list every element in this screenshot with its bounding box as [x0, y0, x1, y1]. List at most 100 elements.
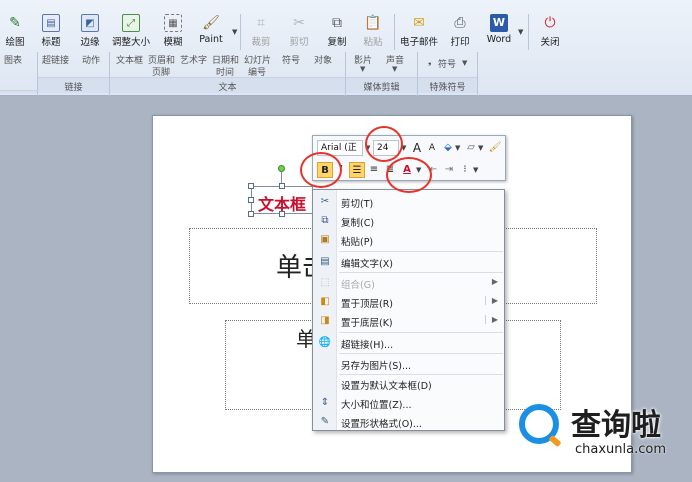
blur-label: 模糊: [163, 37, 183, 48]
crop-button[interactable]: ⌗ 裁剪: [248, 12, 274, 52]
hyperlink-item[interactable]: 超链接: [42, 53, 69, 66]
grow-font-button[interactable]: A: [409, 140, 425, 156]
close-label: 关闭: [540, 37, 560, 48]
chart-item[interactable]: 图表: [4, 53, 22, 66]
align-left-icon[interactable]: ☰: [349, 162, 365, 178]
text-icon: ▤: [320, 256, 330, 267]
action-item[interactable]: 动作: [82, 53, 100, 66]
highlight-icon[interactable]: ⬙: [440, 140, 456, 156]
annotation-circle-font-color: [386, 157, 432, 193]
copy-button[interactable]: ⧉ 复制: [324, 12, 350, 52]
selected-textbox[interactable]: 文本框: [251, 186, 313, 214]
group-label: 链接: [38, 77, 109, 93]
bullets-dropdown-icon[interactable]: ▼: [473, 166, 478, 174]
menu-item-label: 粘贴(P): [341, 237, 374, 248]
edge-label: 边缘: [80, 37, 100, 48]
wordart-item[interactable]: 艺术字: [180, 53, 207, 66]
paste-label: 粘贴: [363, 37, 383, 48]
cut-button[interactable]: ✂ 剪切: [286, 12, 312, 52]
align-center-icon[interactable]: ≡: [366, 162, 382, 178]
submenu-arrow-icon[interactable]: ▶: [484, 296, 498, 305]
menu-item-send-back[interactable]: ◨ 置于底层(K) ▶: [313, 312, 506, 330]
resize-handle[interactable]: [248, 197, 254, 203]
paste-button[interactable]: 📋 粘贴: [360, 12, 386, 52]
resize-handle[interactable]: [248, 211, 254, 217]
menu-item-cut[interactable]: ✂ 剪切(T): [313, 193, 506, 211]
special-symbol-item[interactable]: 符号: [438, 57, 456, 70]
power-icon: ⏻: [544, 15, 556, 31]
copy-label: 复制: [327, 37, 347, 48]
menu-separator: [339, 272, 503, 273]
rotate-handle[interactable]: [278, 165, 285, 172]
textbox-item[interactable]: 文本框: [116, 53, 143, 66]
movie-dropdown-icon[interactable]: ▼: [360, 65, 365, 73]
title-button[interactable]: ▤ 标题: [38, 12, 64, 52]
word-icon: W: [490, 14, 508, 32]
ribbon-group-illustrations: 图表: [0, 52, 38, 96]
group-label: 文本: [110, 77, 345, 93]
menu-item-group[interactable]: ⬚ 组合(G) ▶: [313, 274, 506, 292]
sound-dropdown-icon[interactable]: ▼: [392, 65, 397, 73]
ribbon-groups: 图表 超链接 动作 链接 文本框 页眉和 艺术字 日期和 幻灯片 符号 对象 页…: [0, 52, 692, 96]
shrink-font-button[interactable]: A: [424, 140, 440, 156]
watermark: 查询啦 chaxunla.com: [515, 392, 685, 464]
menu-item-label: 设置为默认文本框(D): [341, 381, 432, 392]
paste-icon: 📋: [364, 15, 382, 31]
resize-handle[interactable]: [279, 211, 285, 217]
close-button[interactable]: ⏻ 关闭: [536, 12, 564, 52]
object-item[interactable]: 对象: [314, 53, 332, 66]
crop-label: 裁剪: [251, 37, 271, 48]
group-icon: ⬚: [320, 277, 330, 288]
format-shape-icon: ✎: [320, 416, 330, 427]
print-label: 打印: [450, 37, 470, 48]
textbox-text[interactable]: 文本框: [258, 191, 314, 215]
menu-item-copy[interactable]: ⧉ 复制(C): [313, 212, 506, 230]
menu-separator: [339, 332, 503, 333]
resize-handle[interactable]: [248, 183, 254, 189]
title-label: 标题: [41, 37, 61, 48]
outline-dropdown-icon[interactable]: ▼: [478, 144, 483, 152]
paint-button[interactable]: 🖌 Paint: [196, 12, 226, 52]
symbol-dropdown-icon[interactable]: ▼: [462, 59, 467, 67]
paint-dropdown-icon[interactable]: ▼: [232, 28, 237, 36]
quick-toolbar: ✎ 绘图 ▤ 标题 ◩ 边缘 ⤢ 调整大小 ▦ 模糊 🖌 Paint ▼ ⌗ 裁…: [0, 12, 692, 52]
ribbon: ✎ 绘图 ▤ 标题 ◩ 边缘 ⤢ 调整大小 ▦ 模糊 🖌 Paint ▼ ⌗ 裁…: [0, 0, 692, 96]
blur-button[interactable]: ▦ 模糊: [160, 12, 186, 52]
resize-handle[interactable]: [279, 183, 285, 189]
menu-item-label: 置于底层(K): [341, 318, 393, 329]
shape-outline-icon[interactable]: ▱: [463, 140, 479, 156]
scissors-icon: ✂: [293, 15, 305, 31]
email-button[interactable]: ✉ 电子邮件: [398, 12, 440, 52]
menu-item-save-as-picture[interactable]: 另存为图片(S)...: [313, 355, 506, 373]
menu-item-format-shape[interactable]: ✎ 设置形状格式(O)...: [313, 413, 506, 431]
increase-indent-icon[interactable]: ⇥: [441, 162, 457, 178]
menu-item-hyperlink[interactable]: 🌐 超链接(H)...: [313, 334, 506, 352]
highlight-dropdown-icon[interactable]: ▼: [455, 144, 460, 152]
menu-item-set-default-textbox[interactable]: 设置为默认文本框(D): [313, 375, 506, 393]
email-label: 电子邮件: [399, 37, 438, 48]
word-button[interactable]: W Word: [482, 12, 516, 52]
context-menu: ✂ 剪切(T) ⧉ 复制(C) ▣ 粘贴(P) ▤ 编辑文字(X) ⬚ 组合(G…: [312, 189, 505, 431]
ribbon-group-special-symbols: ❟ 符号 ▼ 特殊符号: [418, 52, 478, 96]
menu-item-edit-text[interactable]: ▤ 编辑文字(X): [313, 253, 506, 271]
pencil-icon: ✎: [9, 15, 21, 31]
menu-item-label: 编辑文字(X): [341, 259, 393, 270]
search-logo-icon: [519, 404, 559, 444]
annotation-circle-font-size: [365, 126, 403, 162]
paint-icon: 🖌: [202, 15, 220, 31]
symbol-item[interactable]: 符号: [282, 53, 300, 66]
group-label: 媒体剪辑: [346, 77, 417, 93]
edge-button[interactable]: ◩ 边缘: [76, 12, 104, 52]
format-painter-icon[interactable]: 🖌: [487, 140, 503, 156]
bullets-icon[interactable]: ⁝: [457, 162, 473, 178]
submenu-arrow-icon[interactable]: ▶: [484, 315, 498, 324]
menu-item-bring-front[interactable]: ◧ 置于顶层(R) ▶: [313, 293, 506, 311]
print-button[interactable]: ⎙ 打印: [446, 12, 474, 52]
word-dropdown-icon[interactable]: ▼: [518, 28, 523, 36]
resize-icon: ⤢: [122, 14, 140, 32]
menu-item-size-position[interactable]: ⇕ 大小和位置(Z)...: [313, 394, 506, 412]
resize-button[interactable]: ⤢ 调整大小: [110, 12, 152, 52]
menu-item-paste[interactable]: ▣ 粘贴(P): [313, 231, 506, 249]
scissors-icon: ✂: [320, 196, 330, 207]
draw-button[interactable]: ✎ 绘图: [2, 12, 28, 52]
